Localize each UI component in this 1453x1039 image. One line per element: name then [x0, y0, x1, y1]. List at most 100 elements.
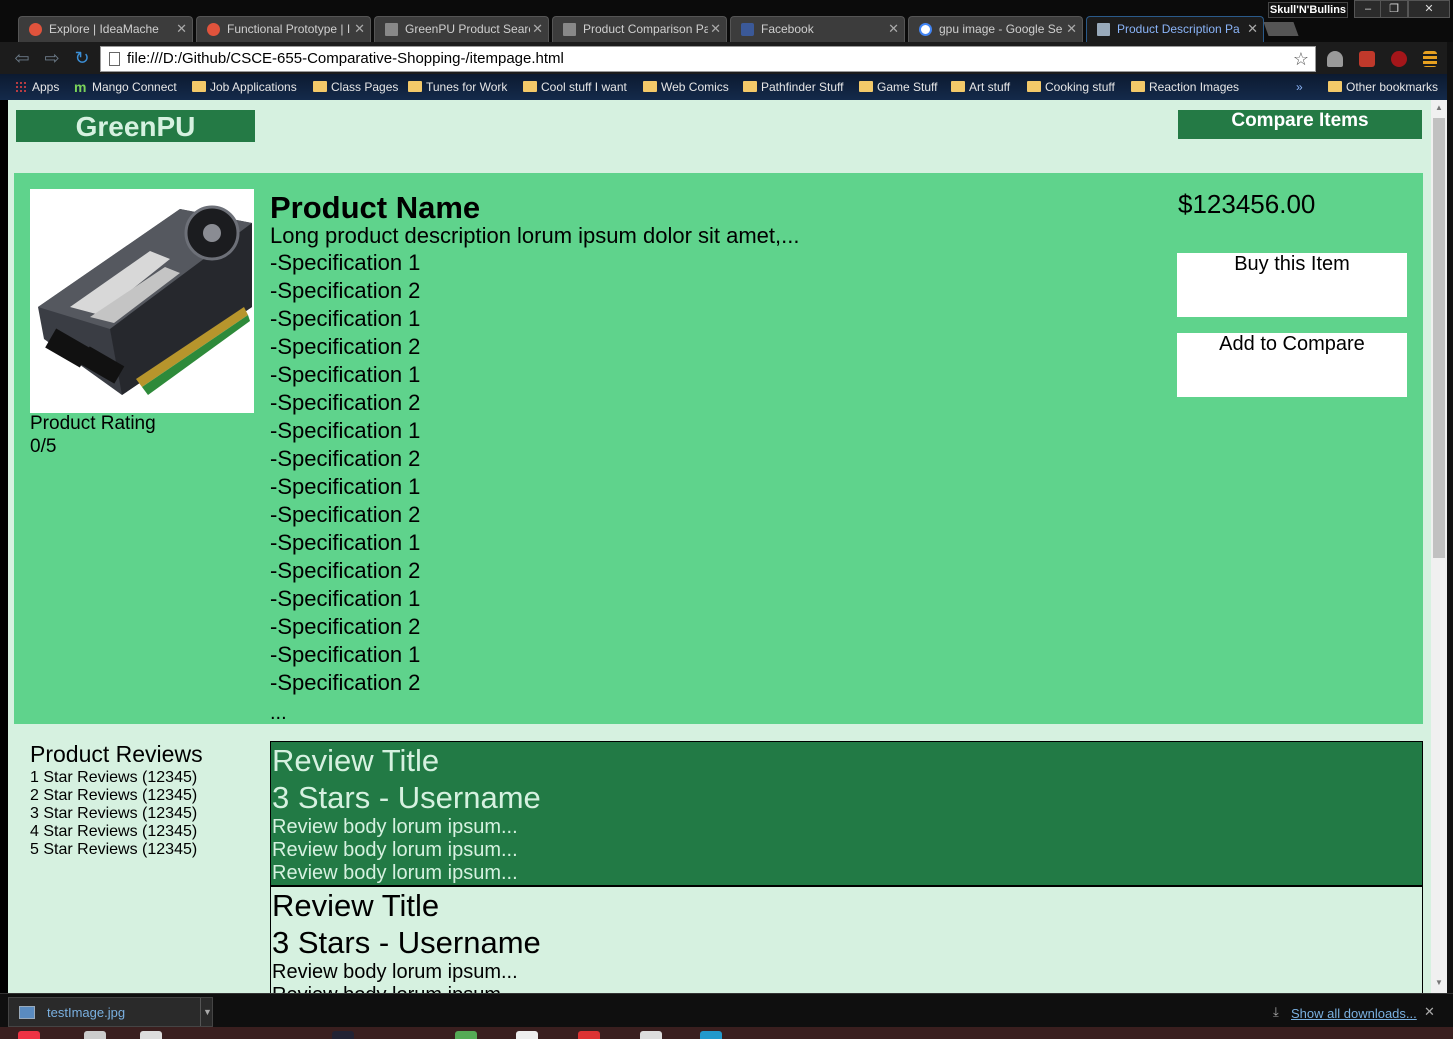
site-logo[interactable]: GreenPU [16, 110, 255, 142]
app-taskbar-icon[interactable] [516, 1031, 538, 1039]
spec-item: -Specification 2 [270, 502, 421, 527]
restore-button[interactable]: ❐ [1380, 0, 1408, 18]
close-icon[interactable]: ✕ [888, 17, 899, 41]
page-icon [1097, 23, 1110, 36]
chrome-taskbar-icon[interactable] [18, 1031, 40, 1039]
folder-icon [408, 81, 422, 92]
star-filter-2[interactable]: 2 Star Reviews (12345) [30, 787, 197, 805]
app-taskbar-icon[interactable] [455, 1031, 477, 1039]
scroll-down-icon[interactable]: ▼ [1434, 978, 1444, 988]
profile-button[interactable]: Skull'N'Bullins [1268, 2, 1348, 18]
tab-product-comparison[interactable]: Product Comparison Pa ✕ [552, 16, 727, 42]
bookmark-game-stuff[interactable]: Game Stuff [859, 78, 937, 96]
review-body: Review body lorum ipsum... [272, 862, 518, 884]
browser-chrome: Explore | IdeaMache ✕ Functional Prototy… [0, 0, 1453, 100]
forward-button[interactable]: ⇨ [42, 48, 62, 68]
add-to-compare-button[interactable]: Add to Compare [1177, 333, 1407, 397]
file-taskbar-icon[interactable] [84, 1031, 106, 1039]
product-rating-value: 0/5 [30, 436, 57, 457]
tab-facebook[interactable]: Facebook ✕ [730, 16, 905, 42]
ghostery-icon[interactable] [1327, 51, 1343, 67]
star-filter-4[interactable]: 4 Star Reviews (12345) [30, 823, 197, 841]
download-file-name: testImage.jpg [47, 1005, 126, 1020]
folder-icon [313, 81, 327, 92]
ublock-icon[interactable] [1391, 51, 1407, 67]
new-tab-button[interactable] [1263, 22, 1299, 36]
close-icon[interactable]: ✕ [176, 17, 187, 41]
bookmark-web-comics[interactable]: Web Comics [643, 78, 729, 96]
page-icon [563, 23, 576, 36]
spec-item: -Specification 2 [270, 334, 421, 359]
bookmark-other-bookmarks[interactable]: Other bookmarks [1328, 78, 1438, 96]
app-taskbar-icon[interactable] [578, 1031, 600, 1039]
bookmark-art-stuff[interactable]: Art stuff [951, 78, 1010, 96]
chevron-down-icon[interactable]: ▼ [200, 998, 214, 1026]
spec-item: -Specification 2 [270, 670, 421, 695]
browser-toolbar: ⇦ ⇨ ↻ file:///D:/Github/CSCE-655-Compara… [0, 42, 1453, 74]
bookmarks-overflow-button[interactable]: » [1296, 78, 1303, 96]
star-filter-3[interactable]: 3 Star Reviews (12345) [30, 805, 197, 823]
close-icon[interactable]: ✕ [1066, 17, 1077, 41]
scroll-up-icon[interactable]: ▲ [1434, 103, 1444, 113]
download-icon: ⤓ [1273, 1004, 1279, 1019]
spec-item: -Specification 1 [270, 474, 421, 499]
bookmark-apps[interactable]: Apps [14, 78, 59, 96]
product-panel: Product Rating 0/5 Product Name Long pro… [14, 173, 1423, 724]
spec-item: -Specification 2 [270, 614, 421, 639]
facebook-icon [741, 23, 754, 36]
review-rating-user: 3 Stars - Username [272, 780, 541, 815]
app-taskbar-icon[interactable] [640, 1031, 662, 1039]
close-icon[interactable]: ✕ [354, 17, 365, 41]
page-viewport: GreenPU Compare Items Product Rating 0/5… [8, 100, 1431, 993]
close-icon[interactable]: ✕ [1247, 17, 1258, 41]
chrome-icon [29, 23, 42, 36]
tab-google-search[interactable]: gpu image - Google Se ✕ [908, 16, 1083, 42]
tab-product-description[interactable]: Product Description Pa ✕ [1086, 16, 1264, 42]
extension-icon[interactable] [1359, 51, 1375, 67]
notepad-taskbar-icon[interactable] [140, 1031, 162, 1039]
folder-icon [1027, 81, 1041, 92]
bookmark-reaction-images[interactable]: Reaction Images [1131, 78, 1239, 96]
download-item[interactable]: testImage.jpg ▼ [8, 997, 213, 1027]
bookmarks-bar: Apps m Mango Connect Job Applications Cl… [0, 74, 1453, 100]
reload-button[interactable]: ↻ [72, 48, 92, 68]
product-price: $123456.00 [1178, 189, 1316, 219]
bookmark-job-applications[interactable]: Job Applications [192, 78, 297, 96]
folder-icon [1131, 81, 1145, 92]
spec-ellipsis: ... [270, 702, 287, 724]
spec-item: -Specification 2 [270, 390, 421, 415]
bookmark-class-pages[interactable]: Class Pages [313, 78, 398, 96]
close-window-button[interactable]: ✕ [1408, 0, 1450, 18]
bookmark-star-icon[interactable]: ☆ [1293, 47, 1309, 71]
bookmark-tunes-for-work[interactable]: Tunes for Work [408, 78, 507, 96]
minimize-button[interactable]: – [1354, 0, 1382, 18]
tab-functional-prototype[interactable]: Functional Prototype | I ✕ [196, 16, 371, 42]
product-rating-label: Product Rating [30, 413, 156, 434]
vertical-scrollbar[interactable]: ▲ ▼ [1431, 100, 1447, 993]
star-filter-5[interactable]: 5 Star Reviews (12345) [30, 841, 197, 859]
review-card: Review Title 3 Stars - Username Review b… [270, 886, 1423, 993]
close-icon[interactable]: ✕ [532, 17, 543, 41]
scrollbar-thumb[interactable] [1433, 118, 1445, 558]
back-button[interactable]: ⇦ [12, 48, 32, 68]
tab-strip: Explore | IdeaMache ✕ Functional Prototy… [0, 0, 1453, 42]
bookmark-mango-connect[interactable]: m Mango Connect [74, 78, 177, 96]
buy-item-button[interactable]: Buy this Item [1177, 253, 1407, 317]
close-icon[interactable]: ✕ [710, 17, 721, 41]
tab-greenpu-search[interactable]: GreenPU Product Searc ✕ [374, 16, 549, 42]
show-all-downloads-link[interactable]: Show all downloads... [1291, 1006, 1417, 1021]
spec-item: -Specification 2 [270, 278, 421, 303]
review-body: Review body lorum ipsum... [272, 816, 518, 838]
close-icon[interactable]: ✕ [1424, 1004, 1435, 1020]
address-bar[interactable]: file:///D:/Github/CSCE-655-Comparative-S… [100, 46, 1316, 72]
folder-icon [1328, 81, 1342, 92]
app-taskbar-icon[interactable] [700, 1031, 722, 1039]
bookmark-cool-stuff[interactable]: Cool stuff I want [523, 78, 627, 96]
compare-items-button[interactable]: Compare Items [1178, 110, 1422, 139]
star-filter-1[interactable]: 1 Star Reviews (12345) [30, 769, 197, 787]
steam-taskbar-icon[interactable] [332, 1031, 354, 1039]
bookmark-cooking-stuff[interactable]: Cooking stuff [1027, 78, 1115, 96]
menu-icon[interactable] [1423, 51, 1437, 67]
bookmark-pathfinder-stuff[interactable]: Pathfinder Stuff [743, 78, 844, 96]
tab-ideamache[interactable]: Explore | IdeaMache ✕ [18, 16, 193, 42]
